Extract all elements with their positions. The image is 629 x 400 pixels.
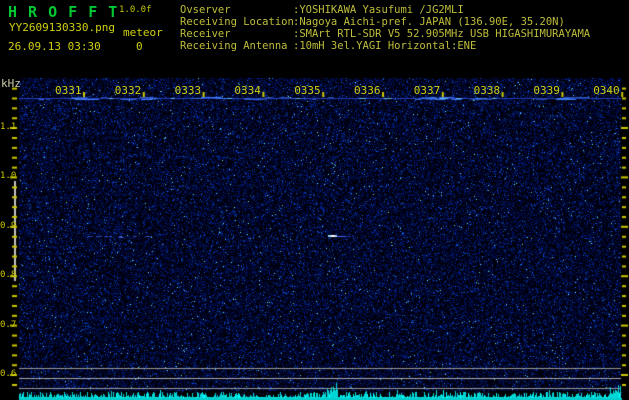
station-row-value: :YOSHIKAWA Yasufumi /JG2MLI (293, 4, 464, 16)
hrofft-window: H R O F F T 1.0.0f YY2609130330.png mete… (0, 0, 629, 400)
x-tick-label: 0337 (413, 84, 441, 97)
station-row: Receiving Antenna :10mH 3el.YAGI Horizont… (180, 40, 590, 52)
station-row-value: :10mH 3el.YAGI Horizontal:ENE (293, 40, 477, 52)
mode-label: meteor (123, 26, 163, 39)
y-tick-label: 0.6 (0, 369, 17, 379)
app-title: H R O F F T (8, 3, 119, 21)
output-filename: YY2609130330.png (9, 21, 115, 34)
app-version: 1.0.0f (119, 5, 152, 15)
station-row-label: Receiving Location (180, 16, 294, 28)
x-tick-label: 0331 (55, 84, 82, 97)
y-tick-label: 1.0 (0, 171, 17, 182)
x-tick-label: 0339 (533, 84, 560, 97)
x-tick-label: 0332 (114, 84, 142, 97)
station-row-label: Ovserver (180, 4, 231, 16)
station-row-value: :SMArt RTL-SDR V5 52.905MHz USB HIGASHIM… (293, 28, 591, 40)
x-tick-label: 0333 (174, 84, 202, 97)
station-row-label: Receiver (180, 28, 231, 40)
y-tick-label: 1.1 (0, 122, 17, 132)
y-axis-unit-label: kHz (1, 77, 21, 90)
x-tick-label: 0334 (234, 84, 261, 97)
x-tick-label: 0336 (354, 84, 381, 97)
x-tick-label: 0338 (473, 84, 501, 97)
y-tick-label: 0.9 (0, 220, 17, 231)
station-row-label: Receiving Antenna (180, 40, 288, 52)
datetime-label: 26.09.13 03:30 (8, 40, 101, 53)
x-tick-label: 0340 (593, 84, 620, 97)
station-row: Ovserver :YOSHIKAWA Yasufumi /JG2MLI (180, 4, 590, 16)
station-row-value: :Nagoya Aichi-pref. JAPAN (136.90E, 35.2… (293, 16, 565, 28)
y-tick-label: 0.7 (0, 319, 17, 330)
y-tick-label: 0.8 (0, 270, 17, 281)
station-row: Receiving Location:Nagoya Aichi-pref. JA… (180, 16, 590, 28)
x-tick-label: 0335 (294, 84, 321, 97)
station-row: Receiver :SMArt RTL-SDR V5 52.905MHz USB … (180, 28, 590, 40)
spectrogram-canvas (0, 0, 629, 400)
station-info: Ovserver:YOSHIKAWA Yasufumi /JG2MLI Recei… (180, 4, 590, 52)
meteor-count: 0 (136, 40, 143, 53)
